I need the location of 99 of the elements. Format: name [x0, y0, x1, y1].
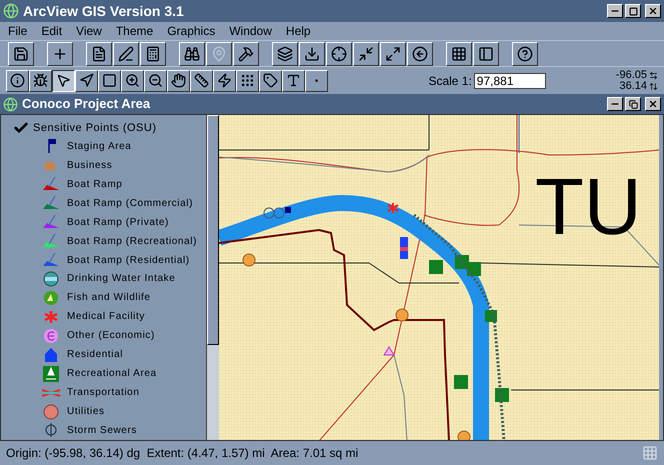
legend-label: Boat Ramp (Residential)	[67, 254, 190, 268]
arrow-icon	[79, 73, 94, 88]
hammer-icon	[238, 46, 254, 62]
status-text: Origin: (-95.98, 36.14) dg Extent: (4.47, 1.57) mi Area: 7.01 sq mi	[6, 445, 360, 462]
app-globe-icon	[3, 3, 19, 19]
menu-item[interactable]: Window	[229, 22, 272, 40]
recreation-symbol-icon	[41, 364, 61, 383]
minimize-button[interactable]	[607, 4, 623, 18]
legend-scrollbar[interactable]	[207, 115, 219, 440]
toolbar-button[interactable]	[299, 42, 325, 66]
restore-icon	[628, 100, 638, 108]
binoculars-icon	[184, 46, 200, 62]
pointer-icon	[56, 73, 71, 88]
plus-icon	[52, 46, 68, 62]
theme-name[interactable]: Sensitive Points (OSU)	[33, 120, 156, 136]
close-icon	[648, 6, 658, 16]
pen-icon	[118, 46, 134, 62]
toolbar-button[interactable]	[233, 42, 259, 66]
minimize-button[interactable]	[607, 97, 623, 111]
menu-item[interactable]: Edit	[41, 22, 62, 40]
download-icon	[304, 46, 320, 62]
legend-label: Boat Ramp (Commercial)	[67, 196, 194, 211]
expand-icon	[385, 46, 401, 62]
horizontal-arrow-icon	[649, 70, 658, 80]
legend-label: Medical Facility	[67, 310, 145, 324]
water-symbol-icon	[41, 270, 61, 288]
legend-label: Other (Economic)	[67, 329, 155, 344]
toolbar-button[interactable]	[113, 42, 139, 66]
toolbar-button[interactable]	[446, 42, 472, 66]
scale-field[interactable]: 97,881	[474, 72, 546, 88]
text-icon	[286, 73, 301, 88]
other-symbol-icon	[41, 326, 61, 345]
close-icon	[648, 99, 658, 109]
legend-label: Utilities	[67, 405, 105, 420]
legend-label: Boat Ramp (Private)	[67, 216, 169, 230]
tag-icon	[263, 73, 278, 88]
legend-label: Boat Ramp (Recreational)	[67, 234, 198, 249]
legend-label: Recreational Area	[67, 367, 157, 382]
legend-label: Boat Ramp	[67, 178, 122, 192]
pin-icon	[211, 46, 227, 62]
maximize-button[interactable]	[625, 4, 641, 18]
window-title: ArcView GIS Version 3.1	[23, 2, 185, 20]
legend-label: Residential	[67, 348, 124, 362]
toolbar-button[interactable]	[473, 42, 499, 66]
menu-item[interactable]: View	[76, 22, 102, 40]
toolbar-button[interactable]	[179, 42, 205, 66]
map-label: TU	[535, 167, 642, 247]
zoom-out-icon	[148, 73, 163, 88]
panel-icon	[478, 46, 494, 62]
toolbar-button[interactable]	[326, 42, 352, 66]
utility-symbol-icon	[41, 402, 61, 421]
legend-label: Storm Sewers	[67, 424, 137, 438]
grid-icon	[642, 445, 658, 461]
toolbar-button[interactable]	[8, 42, 34, 66]
toolbar-button[interactable]	[407, 42, 433, 66]
toolbar-button[interactable]	[353, 42, 379, 66]
menu-item[interactable]: Graphics	[167, 22, 216, 40]
info-icon	[10, 73, 25, 88]
zoom-in-icon	[125, 73, 140, 88]
legend-label: Staging Area	[67, 140, 132, 154]
lightning-icon	[217, 73, 232, 88]
close-button[interactable]	[645, 4, 661, 18]
menu-item[interactable]: File	[8, 22, 28, 40]
close-button[interactable]	[645, 97, 661, 111]
crosshair-icon	[331, 46, 347, 62]
document-icon	[91, 46, 107, 62]
toolbar-button[interactable]	[140, 42, 166, 66]
toolbar-button[interactable]	[86, 42, 112, 66]
legend-label: Transportation	[67, 386, 140, 400]
help-icon	[517, 46, 533, 62]
scale-label: Scale 1:	[428, 72, 472, 90]
toolbar-button[interactable]	[272, 42, 298, 66]
longitude-reading: -96.05	[616, 70, 647, 80]
dots-icon	[240, 73, 255, 88]
view-globe-icon	[3, 96, 18, 112]
toolbar-button[interactable]	[380, 42, 406, 66]
toolbar-button[interactable]	[512, 42, 538, 66]
view-title: Conoco Project Area	[22, 95, 152, 114]
legend-label: Business	[67, 158, 112, 173]
vertical-arrow-icon	[649, 82, 658, 90]
save-icon	[13, 46, 29, 62]
menu-item[interactable]: Help	[286, 22, 311, 40]
grid-icon	[451, 46, 467, 62]
square-icon	[102, 73, 117, 88]
layers-icon	[277, 46, 293, 62]
toolbar-button[interactable]	[47, 42, 73, 66]
ruler-icon	[194, 73, 209, 88]
hand-icon	[171, 73, 186, 88]
tool-button[interactable]	[52, 70, 75, 92]
legend-label: Drinking Water Intake	[67, 272, 176, 286]
latitude-reading: 36.14	[619, 80, 647, 92]
calculator-icon	[145, 46, 161, 62]
bug-icon	[33, 73, 48, 88]
menu-item[interactable]: Theme	[116, 22, 154, 40]
shrink-icon	[358, 46, 374, 62]
maximize-icon	[628, 6, 638, 16]
restore-button[interactable]	[625, 97, 641, 111]
legend-label: Fish and Wildlife	[67, 291, 151, 306]
scroll-thumb[interactable]	[207, 115, 219, 345]
